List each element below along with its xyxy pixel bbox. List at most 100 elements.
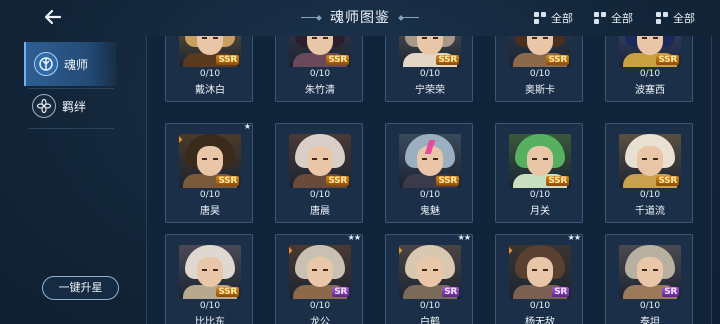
shard-count: 0/10 bbox=[199, 190, 221, 200]
character-portrait: SSR bbox=[509, 36, 571, 67]
character-portrait: SR bbox=[399, 245, 461, 299]
character-card[interactable]: SSR 0/10 千道流 bbox=[605, 123, 693, 223]
filter-grid-icon bbox=[656, 12, 668, 24]
character-card[interactable]: SSR 0/10 比比东 bbox=[165, 234, 253, 324]
character-card[interactable]: SSR 0/10 鬼魅 bbox=[385, 123, 473, 223]
soul-master-icon bbox=[34, 52, 58, 76]
one-click-upgrade-button[interactable]: 一键升星 bbox=[42, 276, 119, 300]
rarity-badge: SSR bbox=[216, 176, 239, 186]
shard-count: 0/10 bbox=[529, 190, 551, 200]
rarity-badge: SR bbox=[332, 287, 349, 297]
character-card[interactable]: SSR 0/10 戴沐白 bbox=[165, 36, 253, 102]
character-card[interactable]: SSR 0/10 月关 bbox=[495, 123, 583, 223]
shard-count: 0/10 bbox=[529, 301, 551, 311]
shard-count: 0/10 bbox=[309, 69, 331, 79]
character-name: 月关 bbox=[530, 206, 550, 217]
character-name: 波塞西 bbox=[635, 85, 665, 96]
shard-count: 0/10 bbox=[419, 301, 441, 311]
character-portrait: SR bbox=[509, 245, 571, 299]
rarity-badge: SSR bbox=[656, 176, 679, 186]
shard-count: 0/10 bbox=[309, 190, 331, 200]
character-grid-panel: SSR 0/10 戴沐白 SSR 0/10 朱竹清 SSR 0/10 宁荣荣 SSR 0/10 奥斯卡… bbox=[146, 36, 712, 324]
character-card[interactable]: SR ★★ 0/10 白鹤 bbox=[385, 233, 473, 324]
character-name: 千道流 bbox=[635, 206, 665, 217]
sidebar-item-bond[interactable]: 羁绊 bbox=[24, 84, 116, 128]
character-portrait: SSR bbox=[289, 36, 351, 67]
character-card[interactable]: SR 0/10 泰坦 bbox=[605, 234, 693, 324]
filter-grid-icon bbox=[594, 12, 606, 24]
character-name: 鬼魅 bbox=[420, 206, 440, 217]
character-name: 龙公 bbox=[310, 317, 330, 324]
rarity-badge: SR bbox=[442, 287, 459, 297]
shard-count: 0/10 bbox=[309, 301, 331, 311]
sidebar-item-soul-master[interactable]: 魂师 bbox=[24, 42, 116, 86]
character-portrait: SSR bbox=[289, 134, 351, 188]
title-left-decoration bbox=[300, 17, 319, 18]
character-name: 宁荣荣 bbox=[415, 85, 445, 96]
star-rating: ★★ bbox=[347, 233, 361, 242]
character-portrait: SSR bbox=[619, 134, 681, 188]
shard-count: 0/10 bbox=[419, 69, 441, 79]
sidebar-item-label: 羁绊 bbox=[62, 99, 87, 114]
character-name: 戴沐白 bbox=[195, 85, 225, 96]
character-name: 白鹤 bbox=[420, 317, 440, 324]
filter-label: 全部 bbox=[551, 12, 573, 25]
filter-dropdown-1[interactable]: 全部 bbox=[534, 10, 573, 26]
character-name: 奥斯卡 bbox=[525, 85, 555, 96]
shard-count: 0/10 bbox=[419, 190, 441, 200]
shard-count: 0/10 bbox=[199, 69, 221, 79]
character-portrait: SSR bbox=[179, 36, 241, 67]
sidebar-item-label: 魂师 bbox=[64, 57, 89, 72]
character-name: 泰坦 bbox=[640, 317, 660, 324]
rarity-badge: SR bbox=[662, 287, 679, 297]
character-card[interactable]: SSR 0/10 宁荣荣 bbox=[385, 36, 473, 102]
sidebar-divider bbox=[28, 128, 114, 129]
shard-count: 0/10 bbox=[529, 69, 551, 79]
character-card[interactable]: SSR ★ 0/10 唐昊 bbox=[165, 122, 253, 223]
character-name: 比比东 bbox=[195, 317, 225, 324]
filter-label: 全部 bbox=[673, 12, 695, 25]
rarity-badge: SSR bbox=[436, 176, 459, 186]
character-portrait: SR bbox=[619, 245, 681, 299]
rarity-badge: SSR bbox=[216, 55, 239, 65]
character-name: 唐晨 bbox=[310, 206, 330, 217]
character-portrait: SSR bbox=[619, 36, 681, 67]
character-portrait: SSR bbox=[399, 134, 461, 188]
shard-count: 0/10 bbox=[639, 190, 661, 200]
character-portrait: SSR bbox=[179, 134, 241, 188]
filter-dropdown-2[interactable]: 全部 bbox=[594, 10, 633, 26]
rarity-badge: SR bbox=[552, 287, 569, 297]
character-name: 朱竹清 bbox=[305, 85, 335, 96]
title-right-decoration bbox=[401, 17, 420, 18]
shard-count: 0/10 bbox=[639, 301, 661, 311]
character-card[interactable]: SR ★★ 0/10 杨无敌 bbox=[495, 233, 583, 324]
character-name: 唐昊 bbox=[200, 206, 220, 217]
bond-flower-icon bbox=[32, 94, 56, 118]
rarity-badge: SSR bbox=[546, 176, 569, 186]
filter-dropdown-3[interactable]: 全部 bbox=[656, 10, 695, 26]
character-card[interactable]: SSR 0/10 奥斯卡 bbox=[495, 36, 583, 102]
character-portrait: SR bbox=[289, 245, 351, 299]
rarity-badge: SSR bbox=[546, 55, 569, 65]
rarity-badge: SSR bbox=[326, 55, 349, 65]
character-card[interactable]: SSR 0/10 朱竹清 bbox=[275, 36, 363, 102]
filter-label: 全部 bbox=[611, 12, 633, 25]
character-card[interactable]: SSR 0/10 唐晨 bbox=[275, 123, 363, 223]
rarity-badge: SSR bbox=[326, 176, 349, 186]
shard-count: 0/10 bbox=[199, 301, 221, 311]
shard-count: 0/10 bbox=[639, 69, 661, 79]
character-card[interactable]: SR ★★ 0/10 龙公 bbox=[275, 233, 363, 324]
page-title: 魂师图鉴 bbox=[330, 10, 390, 26]
header-bar: 魂师图鉴 全部 全部 全部 bbox=[0, 0, 720, 36]
filter-grid-icon bbox=[534, 12, 546, 24]
star-rating: ★★ bbox=[567, 233, 581, 242]
star-rating: ★★ bbox=[457, 233, 471, 242]
rarity-badge: SSR bbox=[216, 287, 239, 297]
character-card[interactable]: SSR 0/10 波塞西 bbox=[605, 36, 693, 102]
character-portrait: SSR bbox=[399, 36, 461, 67]
rarity-badge: SSR bbox=[436, 55, 459, 65]
character-name: 杨无敌 bbox=[525, 317, 555, 324]
star-rating: ★ bbox=[243, 122, 251, 131]
character-portrait: SSR bbox=[179, 245, 241, 299]
rarity-badge: SSR bbox=[656, 55, 679, 65]
